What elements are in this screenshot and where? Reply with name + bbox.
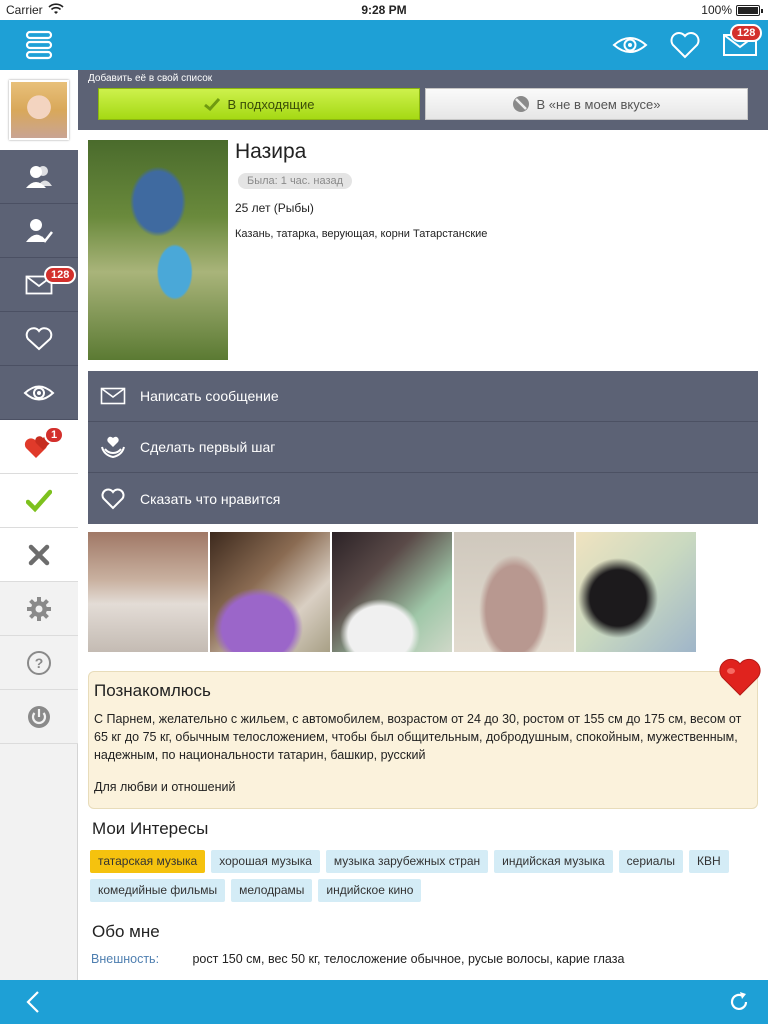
people-icon xyxy=(26,165,52,188)
last-seen-badge: Была: 1 час. назад xyxy=(238,173,353,189)
eye-icon xyxy=(23,385,55,400)
sidebar-item-logout[interactable] xyxy=(0,690,78,744)
back-button[interactable] xyxy=(18,987,48,1017)
sidebar-item-mutual-likes[interactable]: 1 xyxy=(0,420,78,474)
envelope-icon xyxy=(100,383,126,409)
add-to-matches-label: В подходящие xyxy=(227,96,315,112)
checkmark-icon xyxy=(203,97,220,111)
hands-heart-icon xyxy=(100,434,126,460)
appearance-row: Внешность: рост 150 см, вес 50 кг, телос… xyxy=(91,952,624,966)
looking-for-box: Познакомлюсь С Парнем, желательно с жиль… xyxy=(88,671,758,809)
eye-icon xyxy=(612,37,648,53)
sidebar: 128 1 ? xyxy=(0,70,78,980)
sidebar-item-likes[interactable] xyxy=(0,312,78,366)
gallery-photo[interactable] xyxy=(88,532,208,652)
say-like-button[interactable]: Сказать что нравится xyxy=(88,473,758,524)
sidebar-item-messages[interactable]: 128 xyxy=(0,258,78,312)
clock: 9:28 PM xyxy=(361,3,407,17)
looking-for-title: Познакомлюсь xyxy=(94,681,211,700)
interests-tags: татарская музыка хорошая музыка музыка з… xyxy=(90,850,750,902)
sidebar-item-help[interactable]: ? xyxy=(0,636,78,690)
interest-tag[interactable]: индийская музыка xyxy=(494,850,613,873)
sidebar-messages-badge: 128 xyxy=(44,266,77,284)
sidebar-item-settings[interactable] xyxy=(0,582,78,636)
gallery-photo[interactable] xyxy=(210,532,330,652)
battery-percent: 100% xyxy=(701,3,732,17)
interest-tag[interactable]: татарская музыка xyxy=(90,850,206,873)
relationship-goal: Для любви и отношений xyxy=(94,780,236,794)
likes-top-button[interactable] xyxy=(665,28,705,62)
appearance-value: рост 150 см, вес 50 кг, телосложение обы… xyxy=(192,952,625,966)
close-icon xyxy=(28,544,50,565)
status-bar: Carrier 9:28 PM 100% xyxy=(0,0,768,20)
interest-tag[interactable]: сериалы xyxy=(618,850,683,873)
heart-icon xyxy=(100,486,126,512)
add-to-matches-button[interactable]: В подходящие xyxy=(98,88,420,120)
checkmark-icon xyxy=(26,489,52,512)
bottom-bar xyxy=(0,980,768,1024)
heart-icon xyxy=(670,32,700,59)
heart-icon xyxy=(25,326,53,350)
gallery-photo[interactable] xyxy=(576,532,696,652)
svg-text:?: ? xyxy=(35,655,44,671)
write-message-button[interactable]: Написать сообщение xyxy=(88,371,758,422)
not-my-type-button[interactable]: В «не в моем вкусе» xyxy=(425,88,748,120)
profile-name: Назира xyxy=(235,140,307,163)
top-bar: 128 xyxy=(0,20,768,70)
user-check-icon xyxy=(26,218,53,243)
looking-for-text: С Парнем, желательно с жильем, с автомоб… xyxy=(94,712,742,762)
interest-tag[interactable]: музыка зарубежных стран xyxy=(325,850,489,873)
user-avatar[interactable] xyxy=(0,70,78,150)
profile-actions: Написать сообщение Сделать первый шаг Ск… xyxy=(88,371,758,524)
help-icon: ? xyxy=(27,650,51,675)
messages-top-button[interactable]: 128 xyxy=(720,24,763,62)
write-message-label: Написать сообщение xyxy=(140,388,279,404)
gear-icon xyxy=(27,596,51,621)
power-icon xyxy=(28,705,50,728)
sidebar-item-people[interactable] xyxy=(0,150,78,204)
interests-title: Мои Интересы xyxy=(92,819,209,838)
block-icon xyxy=(513,96,530,112)
add-to-list-title: Добавить её в свой список xyxy=(88,73,213,84)
about-me-title: Обо мне xyxy=(92,922,160,941)
interest-tag[interactable]: мелодрамы xyxy=(231,879,313,902)
sidebar-item-not-my-type[interactable] xyxy=(0,528,78,582)
interest-tag[interactable]: хорошая музыка xyxy=(211,850,320,873)
refresh-button[interactable] xyxy=(724,987,754,1017)
sidebar-item-matches[interactable] xyxy=(0,474,78,528)
interest-tag[interactable]: комедийные фильмы xyxy=(90,879,226,902)
messages-badge: 128 xyxy=(730,24,763,42)
profile-content: Добавить её в свой список В подходящие В… xyxy=(78,70,768,980)
refresh-icon xyxy=(730,992,748,1011)
menu-button[interactable] xyxy=(0,20,78,70)
sidebar-item-views[interactable] xyxy=(0,366,78,420)
mutual-likes-badge: 1 xyxy=(44,426,65,444)
profile-info: Казань, татарка, верующая, корни Татарст… xyxy=(235,228,488,240)
profile-age: 25 лет (Рыбы) xyxy=(235,201,314,215)
sidebar-item-visitors[interactable] xyxy=(0,204,78,258)
say-like-label: Сказать что нравится xyxy=(140,490,281,507)
first-step-label: Сделать первый шаг xyxy=(140,439,276,455)
profile-photo[interactable] xyxy=(88,140,228,360)
heart-icon xyxy=(719,658,761,696)
photo-gallery xyxy=(88,532,696,652)
menu-icon xyxy=(25,30,53,60)
views-top-button[interactable] xyxy=(610,28,650,62)
add-to-list-bar: Добавить её в свой список В подходящие В… xyxy=(78,70,768,130)
gallery-photo[interactable] xyxy=(332,532,452,652)
interest-tag[interactable]: КВН xyxy=(689,850,729,873)
first-step-button[interactable]: Сделать первый шаг xyxy=(88,422,758,473)
chevron-left-icon xyxy=(26,991,39,1013)
battery-icon xyxy=(736,5,763,16)
appearance-label: Внешность: xyxy=(91,952,160,966)
not-my-type-label: В «не в моем вкусе» xyxy=(536,96,661,112)
interest-tag[interactable]: индийское кино xyxy=(318,879,422,902)
avatar-image xyxy=(9,80,69,140)
gallery-photo[interactable] xyxy=(454,532,574,652)
